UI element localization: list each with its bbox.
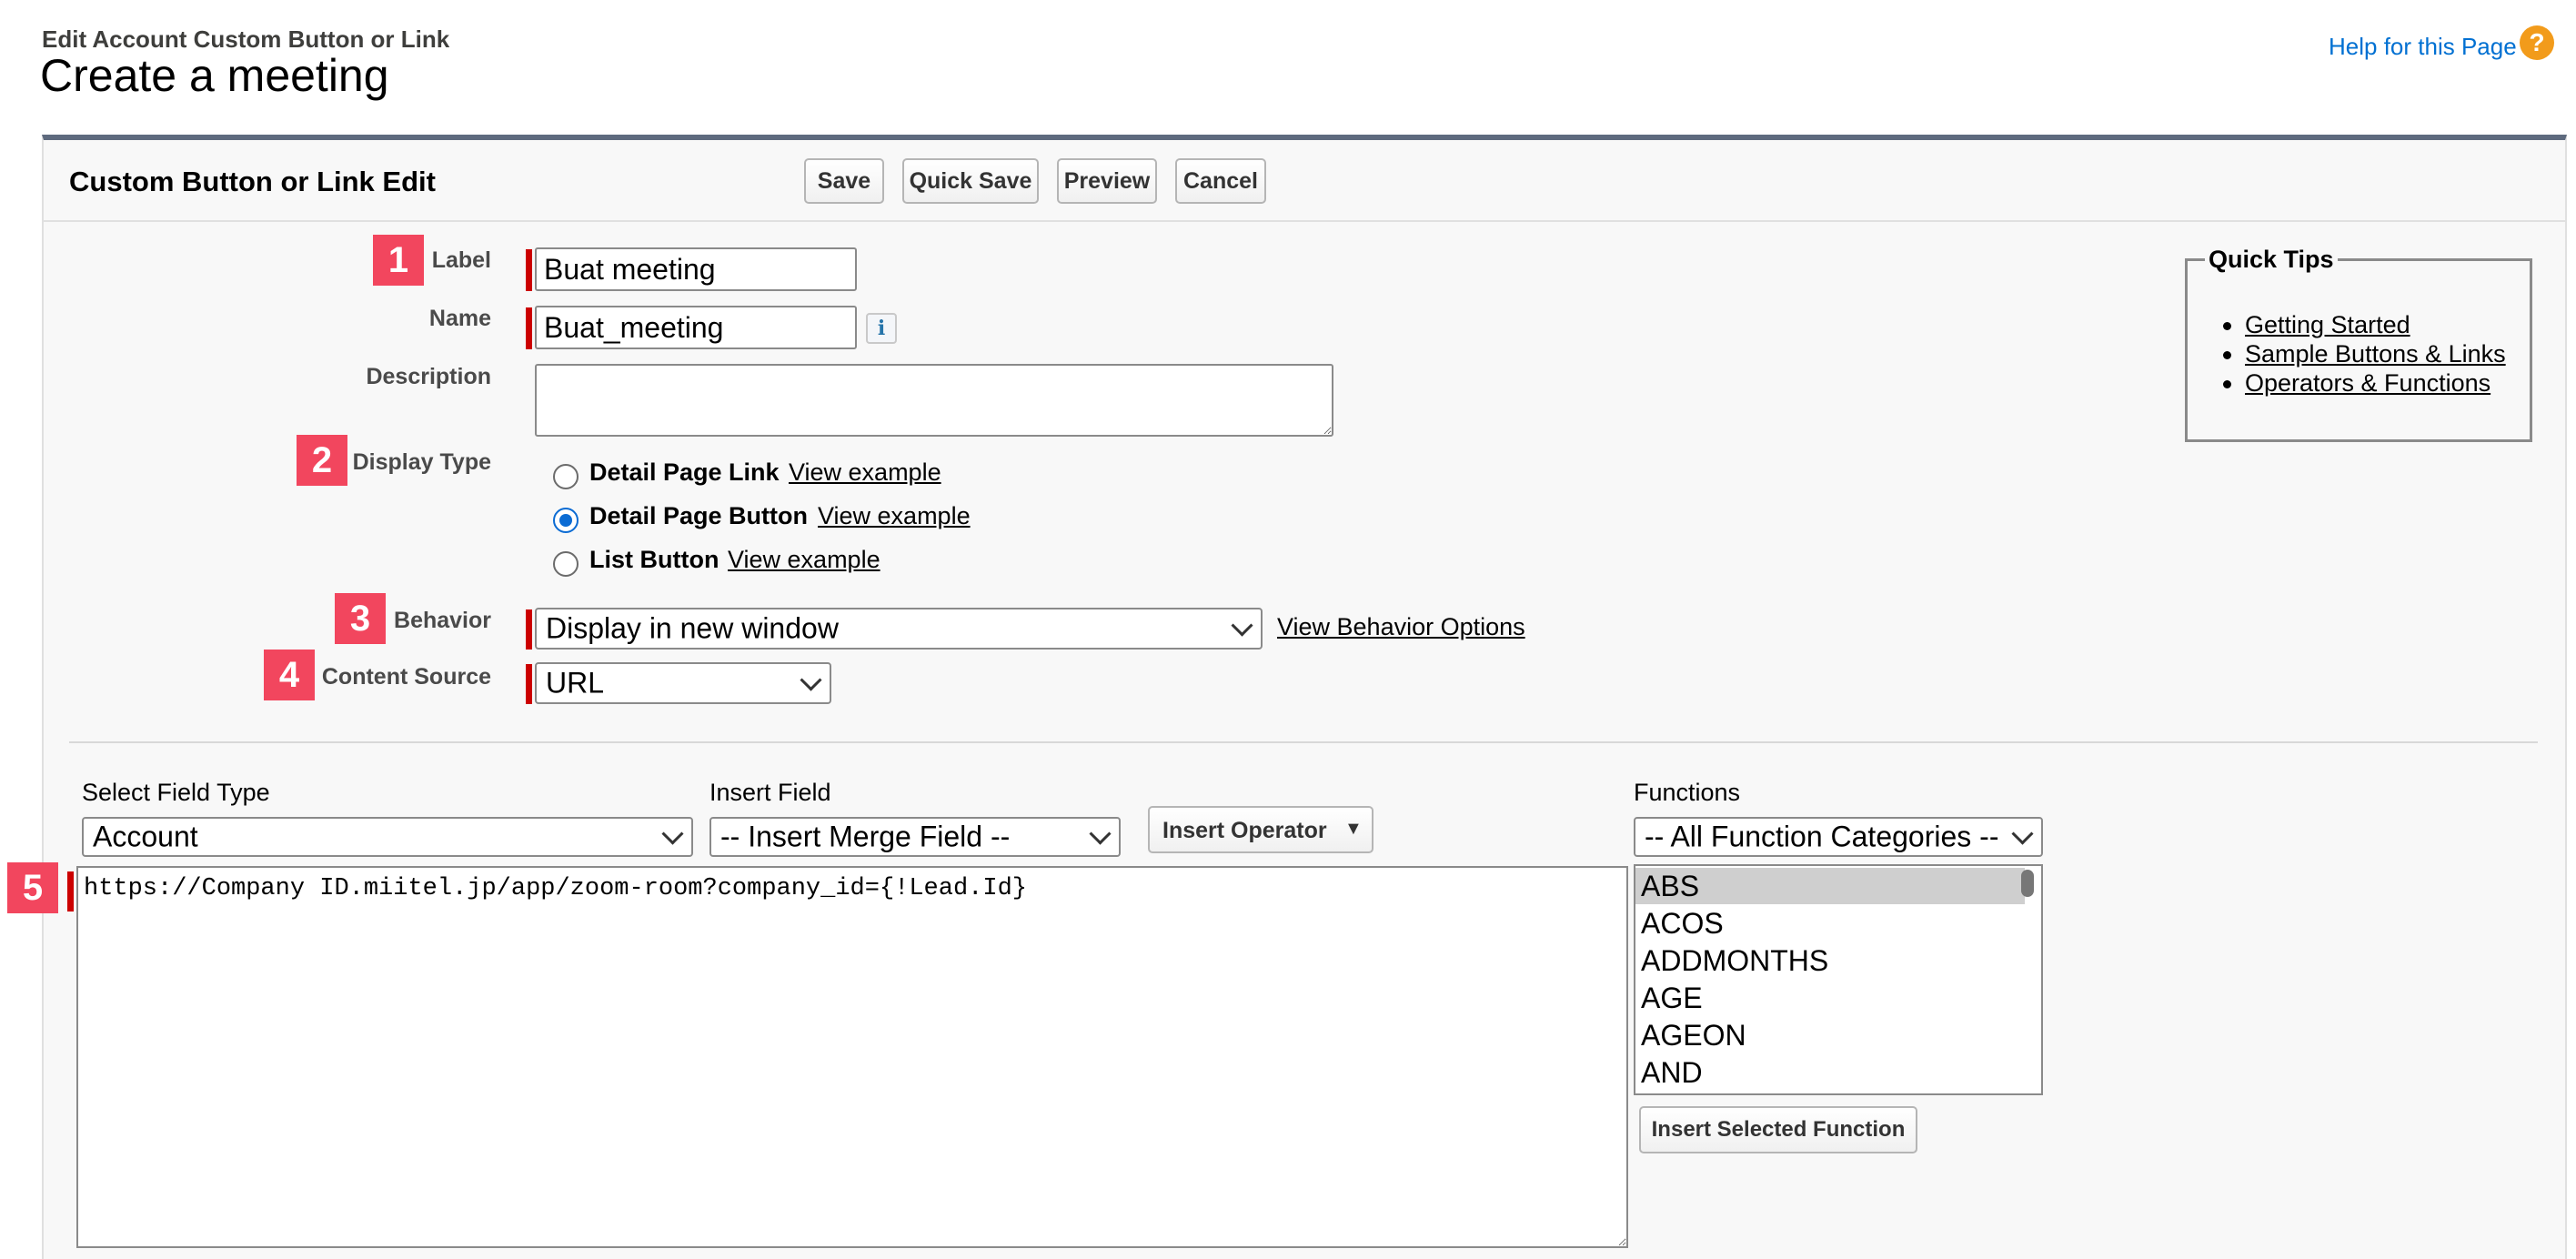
view-behavior-options-link[interactable]: View Behavior Options: [1277, 613, 1525, 641]
quick-save-button[interactable]: Quick Save: [902, 158, 1039, 204]
content-source-select[interactable]: URL: [535, 662, 831, 704]
field-type-value: Account: [93, 820, 198, 853]
bullet: [2223, 322, 2231, 330]
info-icon[interactable]: i: [866, 313, 897, 344]
step-badge-2: 2: [297, 435, 347, 486]
insert-field-select[interactable]: -- Insert Merge Field --: [709, 817, 1121, 857]
select-field-type-caption: Select Field Type: [82, 779, 270, 806]
name-input[interactable]: [535, 306, 857, 349]
required-marker: [67, 871, 74, 912]
panel-title: Custom Button or Link Edit: [69, 166, 436, 197]
dropdown-triangle-icon: ▼: [1344, 819, 1363, 839]
functions-caption: Functions: [1634, 779, 1741, 806]
chevron-down-icon: [661, 822, 684, 845]
detail-page-button-label: Detail Page Button: [589, 502, 809, 529]
save-button[interactable]: Save: [804, 158, 884, 204]
label-caption: Label: [431, 247, 491, 273]
content-source-caption: Content Source: [321, 664, 491, 690]
insert-operator-label: Insert Operator: [1162, 818, 1327, 843]
url-formula-textarea[interactable]: https://Company ID.miitel.jp/app/zoom-ro…: [76, 866, 1628, 1248]
listbox-scrollbar[interactable]: [2021, 870, 2034, 897]
insert-selected-function-button[interactable]: Insert Selected Function: [1639, 1106, 1917, 1153]
insert-operator-button[interactable]: Insert Operator ▼: [1148, 806, 1374, 853]
display-type-caption: Display Type: [352, 449, 491, 475]
help-link[interactable]: Help for this Page: [2329, 33, 2517, 61]
list-button-label: List Button: [589, 546, 719, 573]
question-circle-icon[interactable]: ?: [2520, 25, 2554, 60]
quick-tip-sample-buttons[interactable]: Sample Buttons & Links: [2245, 340, 2506, 368]
required-marker: [526, 307, 532, 349]
function-item[interactable]: AND: [1641, 1054, 2023, 1091]
preview-button[interactable]: Preview: [1057, 158, 1157, 204]
section-divider: [69, 741, 2538, 743]
view-example-link[interactable]: View example: [818, 502, 971, 530]
behavior-value: Display in new window: [546, 611, 839, 645]
function-listbox[interactable]: ABS ACOS ADDMONTHS AGE AGEON AND: [1634, 864, 2043, 1095]
behavior-caption: Behavior: [394, 608, 491, 633]
behavior-select[interactable]: Display in new window: [535, 608, 1263, 650]
required-marker: [526, 609, 532, 650]
quick-tip-operators[interactable]: Operators & Functions: [2245, 369, 2490, 398]
radio-list-button[interactable]: [553, 551, 579, 577]
radio-detail-page-button[interactable]: [553, 508, 579, 533]
step-badge-4: 4: [264, 650, 315, 700]
bullet: [2223, 380, 2231, 388]
view-example-link[interactable]: View example: [728, 546, 880, 574]
insert-field-caption: Insert Field: [709, 779, 831, 806]
required-marker: [526, 249, 532, 291]
function-item[interactable]: AGE: [1641, 980, 2023, 1016]
content-source-value: URL: [546, 666, 605, 700]
chevron-down-icon: [800, 669, 822, 691]
step-badge-1: 1: [373, 235, 424, 286]
function-category-value: -- All Function Categories --: [1645, 820, 1999, 853]
label-input[interactable]: [535, 247, 857, 291]
function-item[interactable]: AGEON: [1641, 1017, 2023, 1053]
step-badge-5: 5: [7, 862, 58, 913]
radio-detail-page-link[interactable]: [553, 464, 579, 489]
function-category-select[interactable]: -- All Function Categories --: [1634, 817, 2043, 857]
function-item[interactable]: ACOS: [1641, 905, 2023, 942]
description-input[interactable]: [535, 364, 1333, 437]
required-marker: [526, 664, 532, 704]
insert-field-value: -- Insert Merge Field --: [720, 820, 1011, 853]
chevron-down-icon: [1231, 614, 1253, 637]
name-caption: Name: [428, 306, 491, 331]
view-example-link[interactable]: View example: [789, 458, 941, 487]
field-type-select[interactable]: Account: [82, 817, 693, 857]
description-caption: Description: [366, 364, 491, 389]
detail-page-link-label: Detail Page Link: [589, 458, 780, 486]
quick-tip-getting-started[interactable]: Getting Started: [2245, 311, 2410, 339]
bullet: [2223, 351, 2231, 359]
chevron-down-icon: [1089, 822, 1112, 845]
quick-tips-title: Quick Tips: [2205, 246, 2338, 274]
chevron-down-icon: [2011, 822, 2034, 845]
function-item[interactable]: ABS: [1641, 868, 2023, 904]
page-title: Create a meeting: [40, 50, 389, 101]
cancel-button[interactable]: Cancel: [1175, 158, 1266, 204]
function-item[interactable]: ADDMONTHS: [1641, 942, 2023, 979]
